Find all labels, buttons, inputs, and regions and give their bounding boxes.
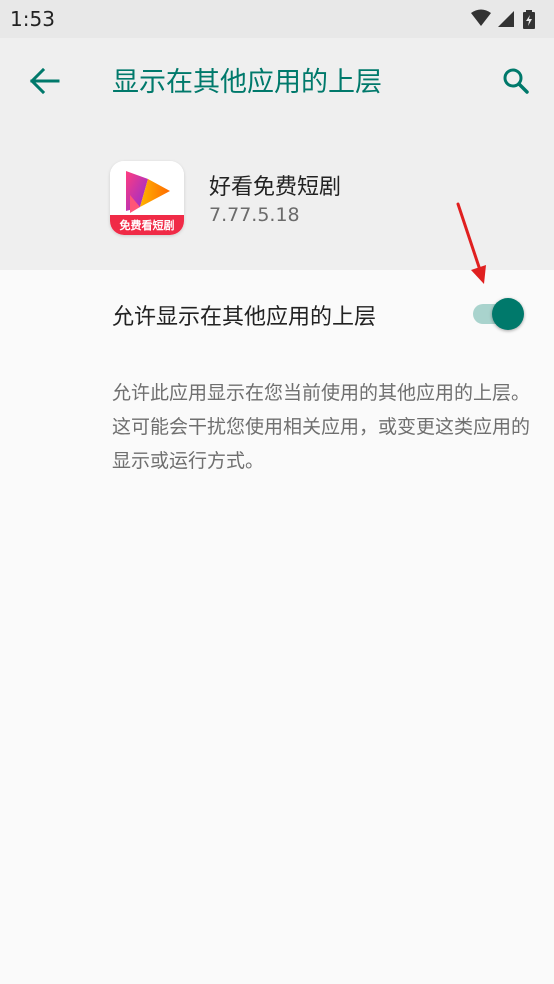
search-icon — [503, 68, 529, 94]
wifi-icon — [471, 9, 491, 26]
overlay-permission-switch[interactable] — [470, 296, 526, 330]
search-button[interactable] — [494, 60, 540, 102]
back-button[interactable] — [20, 60, 68, 102]
battery-charging-icon — [523, 10, 535, 29]
app-name: 好看免费短剧 — [209, 175, 342, 200]
play-logo-icon: 免费看短剧 — [110, 161, 184, 235]
page-title: 显示在其他应用的上层 — [112, 67, 382, 98]
switch-thumb — [492, 298, 524, 330]
app-icon-badge-text: 免费看短剧 — [120, 218, 175, 232]
red-arrow-annotation — [456, 202, 486, 284]
status-bar: 1:53 — [0, 0, 554, 38]
app-bar: 显示在其他应用的上层 — [0, 38, 554, 124]
overlay-permission-label: 允许显示在其他应用的上层 — [112, 305, 377, 330]
permission-description: 允许此应用显示在您当前使用的其他应用的上层。这可能会干扰您使用相关应用，或变更这… — [112, 382, 531, 472]
arrow-back-icon — [29, 67, 60, 95]
signal-icon — [498, 11, 514, 27]
app-version: 7.77.5.18 — [209, 204, 300, 226]
status-icons — [470, 8, 544, 30]
app-icon: 免费看短剧 — [110, 161, 184, 235]
status-time: 1:53 — [10, 7, 55, 31]
